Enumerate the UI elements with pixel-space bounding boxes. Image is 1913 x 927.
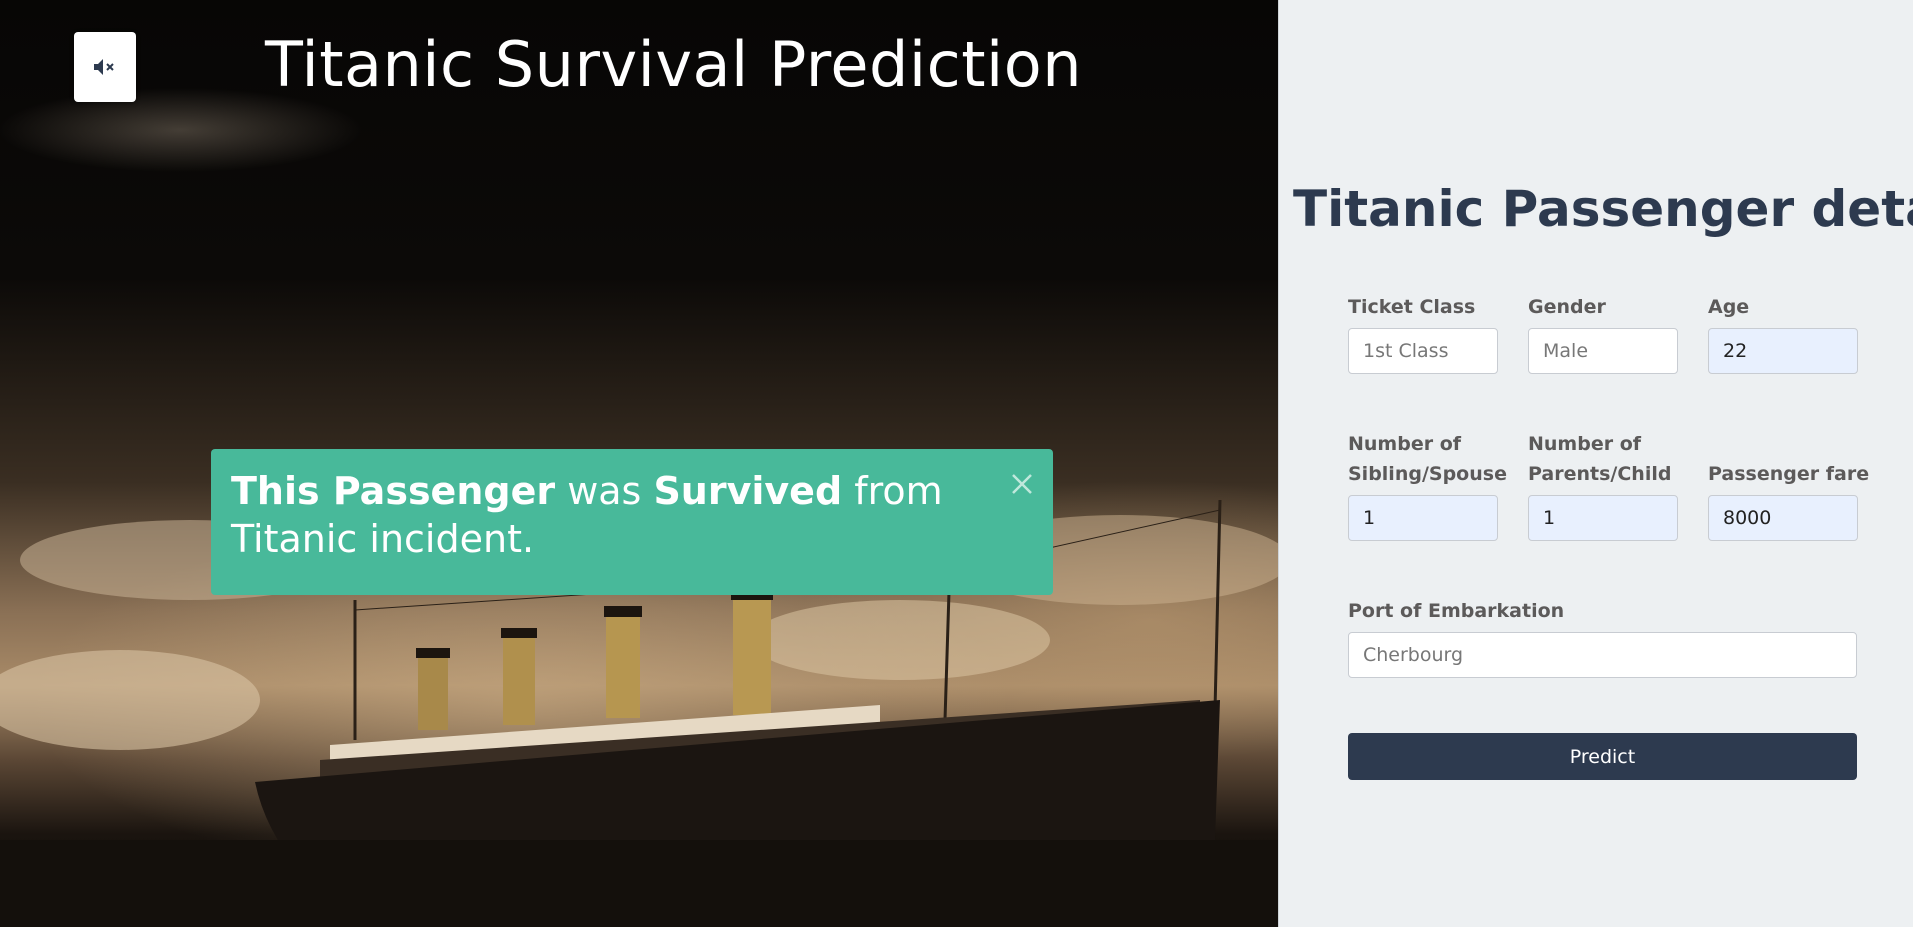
ticket-class-input[interactable] xyxy=(1348,328,1498,374)
embarkation-field: Port of Embarkation xyxy=(1348,596,1857,678)
age-input[interactable] xyxy=(1708,328,1858,374)
siblings-field: Number of Sibling/Spouse xyxy=(1348,429,1507,541)
predict-button[interactable]: Predict xyxy=(1348,733,1857,780)
mute-button[interactable] xyxy=(74,32,136,102)
fare-field: Passenger fare xyxy=(1708,459,1869,541)
age-label: Age xyxy=(1708,296,1750,318)
siblings-label: Number of Sibling/Spouse xyxy=(1348,433,1507,485)
parents-input[interactable] xyxy=(1528,495,1678,541)
fare-label: Passenger fare xyxy=(1708,463,1870,485)
ticket-class-label: Ticket Class xyxy=(1348,296,1476,318)
prediction-alert: This Passenger was Survived from Titanic… xyxy=(211,449,1053,595)
age-field: Age xyxy=(1708,292,1858,374)
alert-text: This Passenger was Survived from Titanic… xyxy=(231,469,943,561)
gender-field: Gender xyxy=(1528,292,1678,374)
gender-label: Gender xyxy=(1528,296,1606,318)
page-title: Titanic Survival Prediction xyxy=(265,28,1082,101)
siblings-input[interactable] xyxy=(1348,495,1498,541)
parents-label: Number of Parents/Child xyxy=(1528,433,1672,485)
form-title: Titanic Passenger details xyxy=(1293,180,1913,238)
fare-input[interactable] xyxy=(1708,495,1858,541)
close-icon[interactable] xyxy=(1005,467,1039,501)
embarkation-label: Port of Embarkation xyxy=(1348,600,1565,622)
volume-mute-icon xyxy=(94,59,114,75)
parents-field: Number of Parents/Child xyxy=(1528,429,1678,541)
gender-input[interactable] xyxy=(1528,328,1678,374)
hero-background: Titanic Survival Prediction This Passeng… xyxy=(0,0,1278,927)
passenger-details-panel: Titanic Passenger details Ticket Class G… xyxy=(1278,0,1913,927)
ticket-class-field: Ticket Class xyxy=(1348,292,1498,374)
embarkation-input[interactable] xyxy=(1348,632,1857,678)
